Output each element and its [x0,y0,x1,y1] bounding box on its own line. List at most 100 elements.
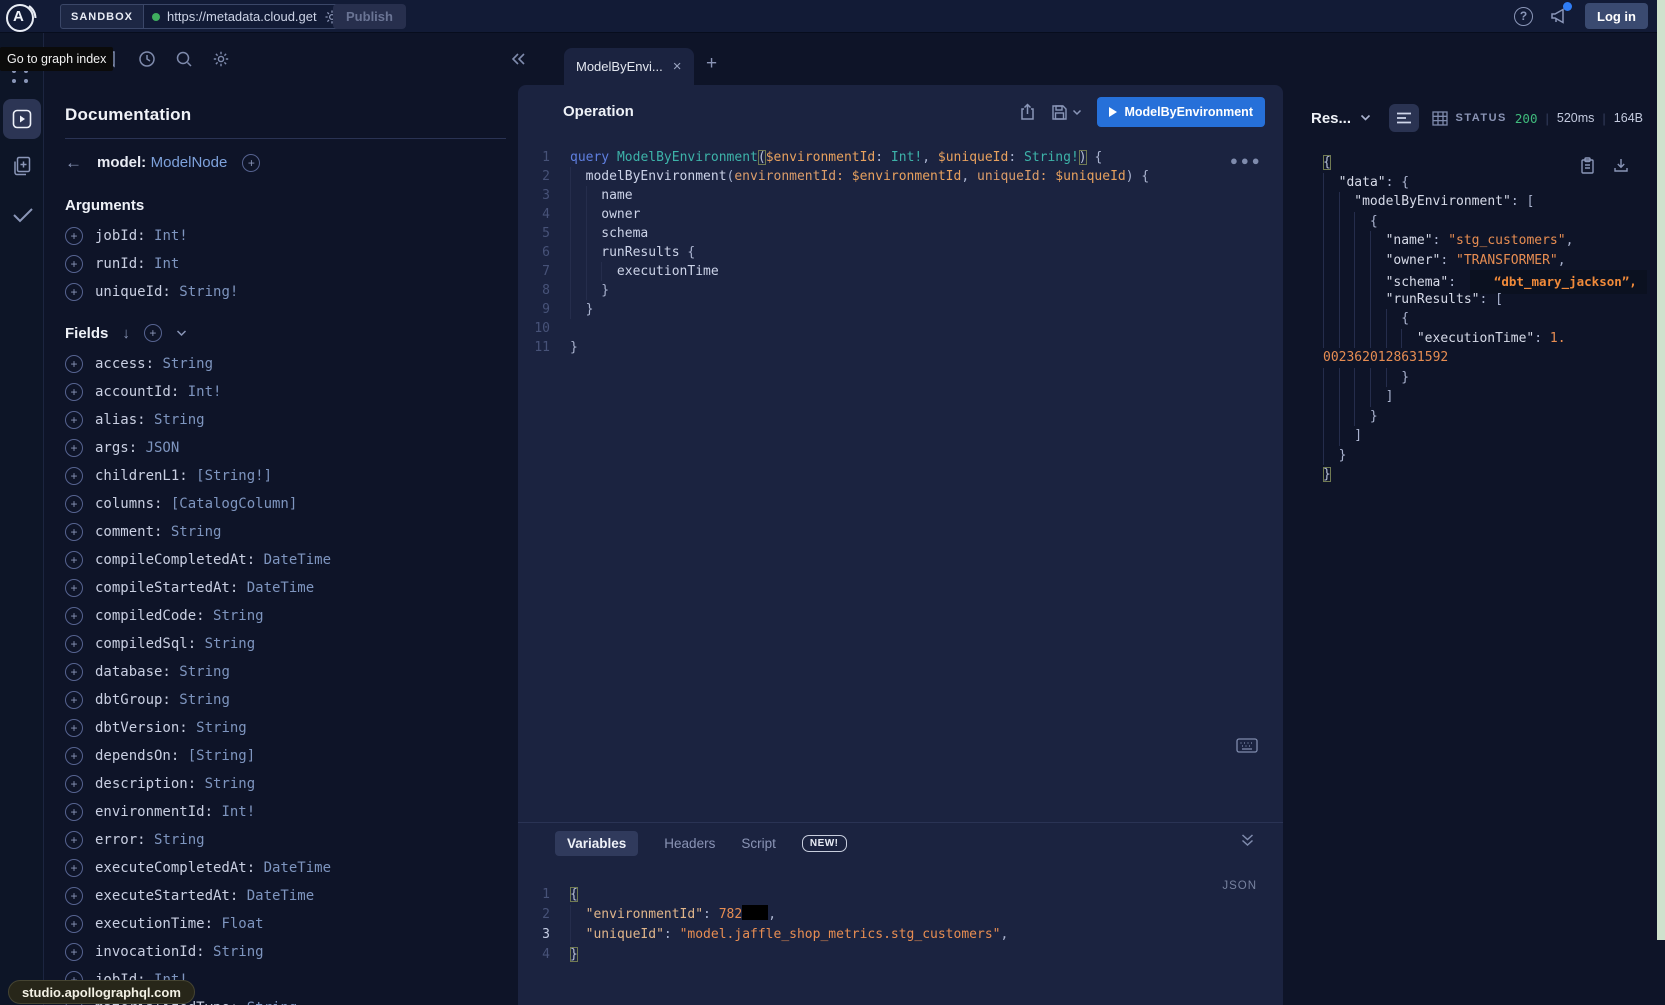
window-edge-scrollbar[interactable] [1657,0,1665,940]
field-row[interactable]: +error: String [65,826,506,854]
field-row[interactable]: +executionTime: Float [65,910,506,938]
tab-headers[interactable]: Headers [664,836,715,851]
add-to-query-plus-icon[interactable]: + [65,467,83,485]
field-row[interactable]: +alias: String [65,406,506,434]
field-row[interactable]: +database: String [65,658,506,686]
apollo-logo[interactable]: A [4,1,38,35]
query-editor[interactable]: 1query ModelByEnvironment($environmentId… [518,148,1283,357]
explorer-nav-button[interactable] [3,99,41,139]
field-row[interactable]: +compiledSql: String [65,630,506,658]
field-row[interactable]: +compileCompletedAt: DateTime [65,546,506,574]
argument-row[interactable]: +runId: Int [65,250,506,278]
add-to-query-plus-icon[interactable]: + [65,831,83,849]
code-line: 5schema [518,224,1283,243]
settings-gear-icon[interactable] [212,50,230,68]
field-row[interactable]: +dbtGroup: String [65,686,506,714]
add-all-fields-icon[interactable]: + [144,324,162,342]
add-to-query-plus-icon[interactable]: + [65,915,83,933]
field-row[interactable]: +dbtVersion: String [65,714,506,742]
add-to-query-plus-icon[interactable]: + [65,943,83,961]
add-to-query-plus-icon[interactable]: + [65,579,83,597]
add-to-query-plus-icon[interactable]: + [65,691,83,709]
tab-script[interactable]: Script [741,836,776,851]
response-json-viewer[interactable]: {"data": {"modelByEnvironment": [{"name"… [1323,153,1651,485]
add-to-query-plus-icon[interactable]: + [65,803,83,821]
search-icon[interactable] [175,50,193,68]
add-to-query-plus-icon[interactable]: + [65,439,83,457]
field-row[interactable]: +compileStartedAt: DateTime [65,574,506,602]
response-chevron-down-icon[interactable] [1360,114,1371,122]
field-row[interactable]: +executeStartedAt: DateTime [65,882,506,910]
tree-view-toggle[interactable] [1389,104,1419,132]
tab-close-icon[interactable]: × [673,59,682,74]
field-row[interactable]: +accountId: Int! [65,378,506,406]
add-to-query-plus-icon[interactable]: + [65,355,83,373]
add-to-query-plus-icon[interactable]: + [65,859,83,877]
argument-row[interactable]: +jobId: Int! [65,222,506,250]
keyboard-shortcuts-icon[interactable] [1236,738,1258,753]
add-to-query-plus-icon[interactable]: + [65,255,83,273]
history-icon[interactable] [138,50,156,68]
schema-nav-icon[interactable] [11,155,33,177]
field-row[interactable]: +description: String [65,770,506,798]
publish-button[interactable]: Publish [333,4,406,29]
checklist-nav-icon[interactable] [11,205,35,225]
field-row[interactable]: +environmentId: Int! [65,798,506,826]
field-row[interactable]: +childrenL1: [String!] [65,462,506,490]
announcements-megaphone-icon[interactable] [1549,6,1569,26]
field-row[interactable]: +access: String [65,350,506,378]
field-row[interactable]: +executeCompletedAt: DateTime [65,854,506,882]
code-line: 2"environmentId": 782, [518,905,1008,925]
field-row[interactable]: +args: JSON [65,434,506,462]
add-to-query-plus-icon[interactable]: + [65,227,83,245]
table-view-toggle[interactable] [1425,104,1455,132]
chevron-down-icon[interactable] [176,329,187,337]
save-operation-group[interactable] [1051,104,1082,121]
add-to-query-plus-icon[interactable]: + [65,495,83,513]
endpoint-url-box[interactable]: https://metadata.cloud.get [144,4,349,29]
tab-variables[interactable]: Variables [555,831,638,856]
code-line: 8} [518,281,1283,300]
field-row[interactable]: +invocationId: String [65,938,506,966]
code-line: 11} [518,338,1283,357]
add-to-query-plus-icon[interactable]: + [65,635,83,653]
field-row[interactable]: +columns: [CatalogColumn] [65,490,506,518]
docs-field-type-link[interactable]: ModelNode [151,154,228,171]
variables-editor[interactable]: 1{2"environmentId": 782,3"uniqueId": "mo… [518,885,1008,965]
run-operation-button[interactable]: ModelByEnvironment [1097,97,1266,127]
tab-modelbyenvironment[interactable]: ModelByEnvi... × [564,48,694,85]
add-to-query-plus-icon[interactable]: + [65,747,83,765]
add-to-query-plus-icon[interactable]: + [65,719,83,737]
field-row[interactable]: + comment: String [65,518,506,546]
endpoint-url-input[interactable]: https://metadata.cloud.get [167,9,317,24]
add-to-query-plus-icon[interactable]: + [65,523,83,541]
add-to-query-plus-icon[interactable]: + [65,383,83,401]
collapse-sidebar-icon[interactable] [510,51,527,67]
add-to-query-plus-icon[interactable]: + [65,411,83,429]
share-icon[interactable] [1019,103,1036,121]
more-options-icon[interactable]: ●●● [1230,153,1263,168]
login-button[interactable]: Log in [1585,3,1648,29]
field-row[interactable]: +dependsOn: [String] [65,742,506,770]
save-disk-icon[interactable] [1051,104,1068,121]
collapse-panel-double-chevron-icon[interactable] [1240,833,1255,847]
sort-down-arrow-icon[interactable]: ↓ [122,325,130,342]
add-to-query-plus-icon[interactable]: + [65,283,83,301]
add-to-query-plus-icon[interactable]: + [65,663,83,681]
save-chevron-down-icon[interactable] [1072,109,1082,116]
code-line: } [1323,368,1651,388]
argument-row[interactable]: +uniqueId: String! [65,278,506,306]
graph-index-icon[interactable] [12,69,32,85]
add-field-plus-icon[interactable]: + [242,154,260,172]
back-arrow-icon[interactable]: ← [65,153,82,173]
new-tab-button[interactable]: + [706,53,717,75]
add-to-query-plus-icon[interactable]: + [65,607,83,625]
add-to-query-plus-icon[interactable]: + [65,551,83,569]
field-row-label: comment: String [95,524,221,540]
add-to-query-plus-icon[interactable]: + [65,775,83,793]
add-to-query-plus-icon[interactable]: + [65,887,83,905]
field-row[interactable]: +compiledCode: String [65,602,506,630]
code-line: "executionTime": 1. [1323,329,1651,349]
help-icon[interactable]: ? [1514,7,1533,26]
response-title: Res... [1311,110,1351,127]
